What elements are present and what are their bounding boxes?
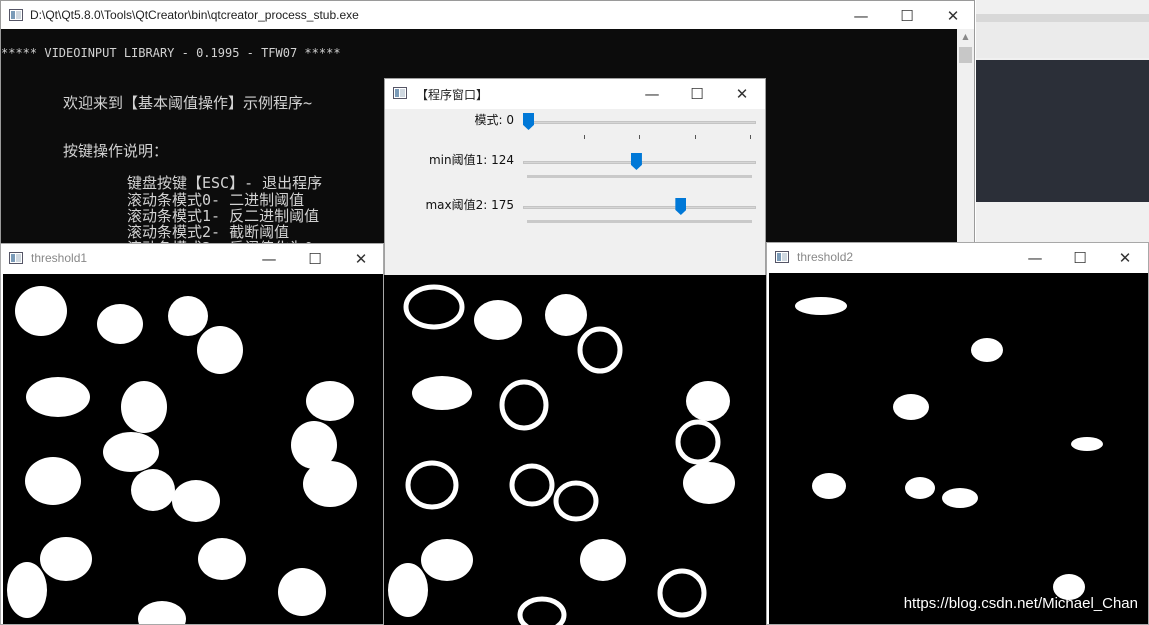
- maximize-icon[interactable]: ☐: [674, 79, 720, 109]
- console-titlebar[interactable]: D:\Qt\Qt5.8.0\Tools\QtCreator\bin\qtcrea…: [1, 1, 974, 29]
- background-panel: [976, 22, 1149, 58]
- minimize-icon[interactable]: —: [1012, 243, 1058, 273]
- background-toolbar: [976, 14, 1149, 22]
- threshold2-image: [769, 273, 1148, 624]
- trackbar-max-label: max阈值2: 175: [425, 198, 514, 212]
- console-line-banner: ***** VIDEOINPUT LIBRARY - 0.1995 - TFW0…: [1, 46, 341, 60]
- threshold1-window: threshold1 — ☐ ✕: [0, 243, 384, 625]
- scrollbar-thumb[interactable]: [959, 47, 972, 63]
- threshold1-app-icon: [9, 252, 23, 264]
- threshold2-titlebar[interactable]: threshold2 — ☐ ✕: [767, 243, 1148, 273]
- background-window: [976, 0, 1149, 245]
- tick: [750, 135, 751, 139]
- console-line-welcome: 欢迎来到【基本阈值操作】示例程序~: [63, 94, 313, 112]
- close-icon[interactable]: ✕: [1102, 243, 1148, 273]
- trackbar-min-thumb[interactable]: [630, 153, 642, 170]
- minimize-icon[interactable]: —: [246, 244, 292, 274]
- console-scrollbar[interactable]: ▲: [957, 29, 974, 247]
- console-title: D:\Qt\Qt5.8.0\Tools\QtCreator\bin\qtcrea…: [30, 8, 359, 22]
- trackbar-mode-label: 模式: 0: [474, 113, 515, 127]
- trackbar-max-underline: [527, 220, 752, 223]
- watermark-text: https://blog.csdn.net/Michael_Chan: [903, 595, 1138, 612]
- tick: [639, 135, 640, 139]
- console-app-icon: [9, 9, 23, 21]
- control-title: 【程序窗口】: [416, 88, 489, 102]
- control-window: 【程序窗口】 — ☐ ✕ 模式: 0 min阈值1: 124 max阈值2: 1…: [384, 78, 766, 278]
- background-dark-area: [976, 60, 1149, 202]
- threshold2-app-icon: [775, 251, 789, 263]
- close-icon[interactable]: ✕: [930, 1, 976, 31]
- minimize-icon[interactable]: —: [838, 1, 884, 31]
- trackbar-mode-thumb[interactable]: [523, 113, 534, 130]
- console-line-instructions: 按键操作说明：: [63, 142, 169, 160]
- control-titlebar[interactable]: 【程序窗口】 — ☐ ✕: [385, 79, 765, 109]
- trackbar-min-label: min阈值1: 124: [428, 153, 514, 167]
- threshold1-image: [3, 274, 383, 624]
- close-icon[interactable]: ✕: [338, 244, 384, 274]
- tick: [695, 135, 696, 139]
- threshold2-title: threshold2: [797, 250, 854, 264]
- close-icon[interactable]: ✕: [719, 79, 765, 109]
- trackbar-max-track[interactable]: [523, 206, 756, 209]
- minimize-icon[interactable]: —: [629, 79, 675, 109]
- scroll-up-icon[interactable]: ▲: [957, 29, 974, 45]
- tick: [584, 135, 585, 139]
- threshold1-title: threshold1: [31, 251, 88, 265]
- trackbar-mode-track[interactable]: [523, 121, 756, 124]
- maximize-icon[interactable]: ☐: [292, 244, 338, 274]
- maximize-icon[interactable]: ☐: [884, 1, 930, 31]
- trackbar-max-thumb[interactable]: [675, 198, 687, 215]
- control-app-icon: [393, 87, 407, 99]
- result-image: [384, 275, 766, 625]
- threshold1-titlebar[interactable]: threshold1 — ☐ ✕: [1, 244, 383, 274]
- trackbar-min-underline: [527, 175, 752, 178]
- threshold2-window: threshold2 — ☐ ✕ https://blog.csdn.net/M…: [766, 242, 1149, 625]
- maximize-icon[interactable]: ☐: [1057, 243, 1103, 273]
